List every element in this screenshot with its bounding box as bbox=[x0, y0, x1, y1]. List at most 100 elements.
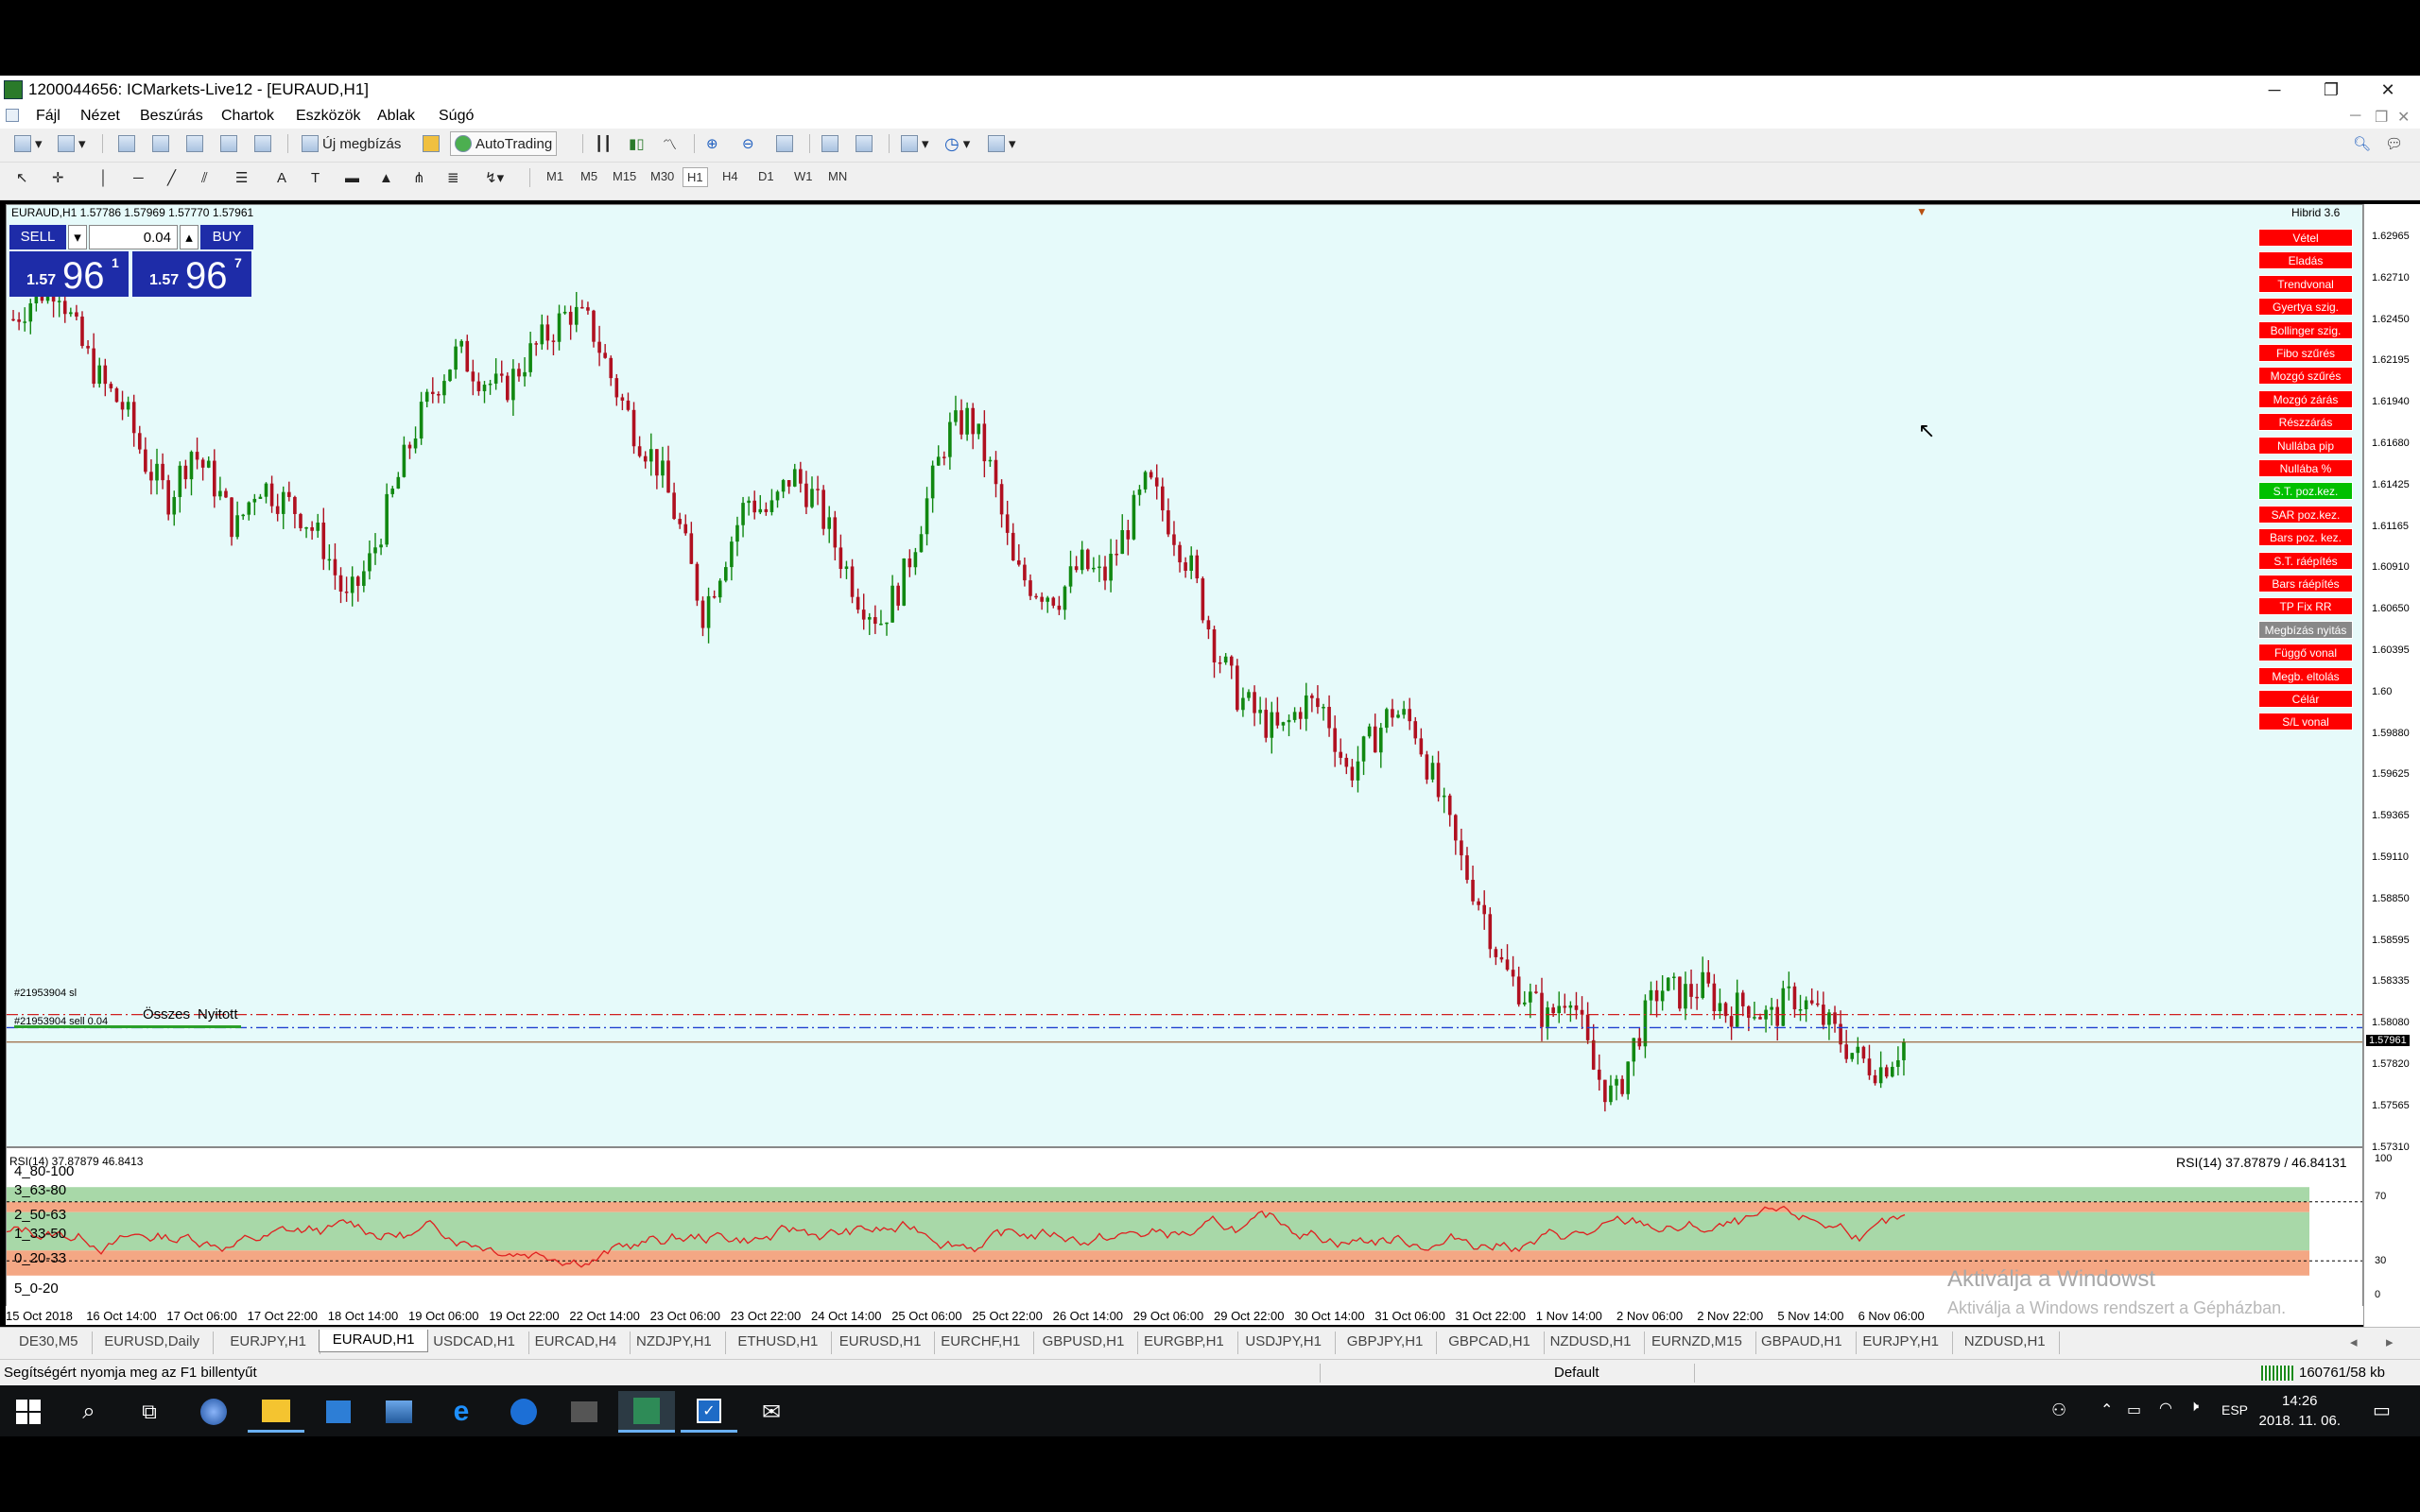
nyitott-tab[interactable]: Nyitott bbox=[198, 1006, 238, 1022]
search-taskbar-button[interactable]: ⌕ bbox=[60, 1391, 117, 1433]
language-indicator[interactable]: ESP bbox=[2221, 1402, 2248, 1418]
ea-button[interactable]: Megb. eltolás bbox=[2258, 666, 2353, 685]
chart-tab[interactable]: EURUSD,Daily bbox=[91, 1332, 215, 1354]
indicators-button[interactable]: ▾ bbox=[896, 131, 934, 156]
notification-icon[interactable]: ▭ bbox=[2373, 1399, 2391, 1422]
taskbar-app[interactable]: ✓ bbox=[681, 1391, 737, 1433]
volume-input[interactable]: 0.04 bbox=[89, 225, 178, 249]
chart-tab[interactable]: NZDUSD,H1 bbox=[1951, 1332, 2060, 1354]
chart-tab[interactable]: EURCAD,H4 bbox=[522, 1332, 631, 1354]
profiles-button[interactable]: ▾ bbox=[53, 131, 91, 156]
battery-icon[interactable]: ▭ bbox=[2127, 1400, 2141, 1419]
chart-tab[interactable]: EURJPY,H1 bbox=[1849, 1332, 1953, 1354]
ea-button[interactable]: Nullába pip bbox=[2258, 436, 2353, 455]
menu-window[interactable]: Ablak bbox=[377, 108, 415, 125]
new-chart-button[interactable]: ▾ bbox=[9, 131, 47, 156]
restore-button[interactable]: ❐ bbox=[2312, 77, 2350, 102]
fibo-tool[interactable]: ≣ bbox=[442, 165, 464, 190]
vertical-line-tool[interactable]: │ bbox=[95, 165, 112, 190]
timeframe-m30[interactable]: M30 bbox=[647, 167, 678, 185]
taskbar-app[interactable] bbox=[185, 1391, 242, 1433]
navigator-button[interactable] bbox=[182, 131, 208, 156]
ea-button[interactable]: SAR poz.kez. bbox=[2258, 505, 2353, 524]
ea-button[interactable]: Megbízás nyitás bbox=[2258, 620, 2353, 639]
taskbar-app[interactable] bbox=[371, 1391, 427, 1433]
chart-tab[interactable]: DE30,M5 bbox=[6, 1332, 93, 1354]
horizontal-line-tool[interactable]: ─ bbox=[129, 165, 148, 190]
ea-button[interactable]: Részzárás bbox=[2258, 413, 2353, 432]
text-label-tool[interactable]: T bbox=[306, 165, 324, 190]
templates-button[interactable]: ▾ bbox=[983, 131, 1021, 156]
ea-button[interactable]: Vétel bbox=[2258, 229, 2353, 247]
ea-button[interactable]: Mozgó zárás bbox=[2258, 389, 2353, 408]
text-tool[interactable]: A bbox=[272, 165, 291, 190]
chart-tab[interactable]: USDCAD,H1 bbox=[420, 1332, 529, 1354]
taskbar-app[interactable] bbox=[495, 1391, 552, 1433]
market-watch-button[interactable] bbox=[113, 131, 140, 156]
tester-button[interactable] bbox=[250, 131, 276, 156]
tile-windows-button[interactable] bbox=[771, 131, 798, 156]
metaeditor-button[interactable] bbox=[418, 131, 444, 156]
chart-tab[interactable]: GBPAUD,H1 bbox=[1748, 1332, 1857, 1354]
volume-down-icon[interactable]: ▾ bbox=[68, 225, 87, 249]
chart-tab[interactable]: GBPJPY,H1 bbox=[1334, 1332, 1438, 1354]
timeframe-h4[interactable]: H4 bbox=[718, 167, 742, 185]
price-chart[interactable]: #21953904 sl #21953904 sell 0.04 Összes … bbox=[6, 204, 2363, 1147]
zoom-out-button[interactable]: ⊖ bbox=[737, 131, 759, 156]
chart-tab[interactable]: NZDJPY,H1 bbox=[623, 1332, 726, 1354]
timeframe-w1[interactable]: W1 bbox=[790, 167, 817, 185]
chart-tab[interactable]: GBPCAD,H1 bbox=[1435, 1332, 1545, 1354]
timeframe-mn[interactable]: MN bbox=[824, 167, 851, 185]
ea-button[interactable]: Nullába % bbox=[2258, 459, 2353, 477]
tray-chevron-icon[interactable]: ⌃ bbox=[2100, 1400, 2113, 1419]
chart-tab[interactable]: EURJPY,H1 bbox=[216, 1332, 320, 1354]
channel-tool[interactable]: ⫽ bbox=[197, 165, 213, 190]
trendline-tool[interactable]: ╱ bbox=[163, 165, 181, 190]
bar-chart-button[interactable]: ┃┃ bbox=[590, 131, 616, 156]
gann-tool[interactable]: ☰ bbox=[231, 165, 252, 190]
terminal-button[interactable] bbox=[216, 131, 242, 156]
candlestick-button[interactable]: ▮▯ bbox=[624, 131, 649, 156]
chart-tab[interactable]: EURUSD,H1 bbox=[826, 1332, 936, 1354]
ea-button[interactable]: S.T. ráépítés bbox=[2258, 551, 2353, 570]
menu-insert[interactable]: Beszúrás bbox=[140, 108, 203, 125]
ea-button[interactable]: Bars poz. kez. bbox=[2258, 528, 2353, 547]
mdi-close-button[interactable]: ✕ bbox=[2397, 108, 2410, 127]
task-view-button[interactable]: ⧉ bbox=[121, 1391, 178, 1433]
buy-button[interactable]: BUY bbox=[200, 225, 253, 249]
buy-price[interactable]: 1.57 96 7 bbox=[132, 251, 251, 297]
autotrading-button[interactable]: AutoTrading bbox=[450, 131, 558, 156]
ea-button[interactable]: Bars ráépítés bbox=[2258, 575, 2353, 593]
chart-tab[interactable]: NZDUSD,H1 bbox=[1537, 1332, 1646, 1354]
ea-button[interactable]: Bollinger szig. bbox=[2258, 320, 2353, 339]
volume-icon[interactable]: 🕨︎ bbox=[2189, 1399, 2199, 1416]
tab-scroll-right-icon[interactable]: ▸ bbox=[2386, 1333, 2394, 1350]
chart-shift-button[interactable] bbox=[851, 131, 877, 156]
osszes-tab[interactable]: Összes bbox=[143, 1006, 190, 1022]
timeframe-m15[interactable]: M15 bbox=[609, 167, 640, 185]
ea-button[interactable]: S.T. poz.kez. bbox=[2258, 482, 2353, 501]
ea-button[interactable]: Fibo szűrés bbox=[2258, 344, 2353, 362]
minimize-button[interactable]: ─ bbox=[2256, 77, 2293, 102]
data-window-button[interactable] bbox=[147, 131, 174, 156]
mdi-minimize-button[interactable]: ─ bbox=[2350, 108, 2360, 125]
ea-button[interactable]: Gyertya szig. bbox=[2258, 298, 2353, 317]
taskbar-app[interactable] bbox=[310, 1391, 367, 1433]
line-chart-button[interactable]: 〽 bbox=[658, 131, 682, 156]
crosshair-tool[interactable]: ✛ bbox=[47, 165, 69, 190]
chart-tab[interactable]: USDJPY,H1 bbox=[1232, 1332, 1336, 1354]
timeframe-d1[interactable]: D1 bbox=[754, 167, 778, 185]
sell-price[interactable]: 1.57 96 1 bbox=[9, 251, 129, 297]
chart-tab[interactable]: EURGBP,H1 bbox=[1131, 1332, 1238, 1354]
ea-button[interactable]: Mozgó szűrés bbox=[2258, 367, 2353, 386]
rectangle-tool[interactable]: ▬ bbox=[340, 165, 364, 190]
triangle-tool[interactable]: ▲ bbox=[374, 165, 398, 190]
timeframe-m5[interactable]: M5 bbox=[577, 167, 601, 185]
sell-button[interactable]: SELL bbox=[9, 225, 66, 249]
ea-button[interactable]: TP Fix RR bbox=[2258, 597, 2353, 616]
chat-button[interactable]: 💬︎ bbox=[2380, 131, 2408, 156]
chart-tab[interactable]: ETHUSD,H1 bbox=[724, 1332, 833, 1354]
cursor-tool[interactable]: ↖ bbox=[11, 165, 33, 190]
ea-button[interactable]: Célár bbox=[2258, 690, 2353, 708]
chart-tab[interactable]: EURCHF,H1 bbox=[927, 1332, 1035, 1354]
